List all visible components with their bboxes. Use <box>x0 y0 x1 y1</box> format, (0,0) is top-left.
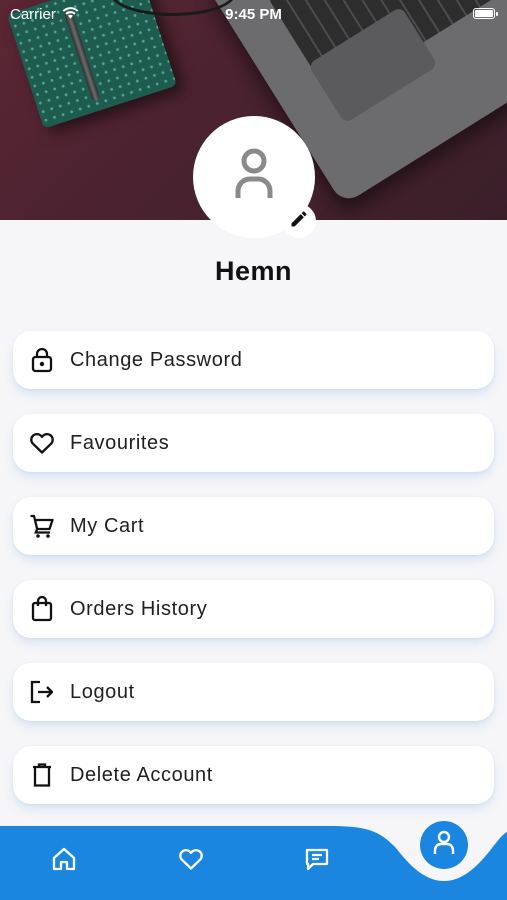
nav-chat-button[interactable] <box>302 846 332 876</box>
cart-icon <box>29 513 55 539</box>
menu-item-label: Favourites <box>70 431 170 454</box>
lock-icon <box>29 347 55 373</box>
my-cart-button[interactable]: My Cart <box>13 497 494 555</box>
chat-icon <box>304 846 330 877</box>
menu-item-label: My Cart <box>70 514 145 537</box>
status-bar: Carrier 9:45 PM <box>0 0 507 28</box>
battery-icon <box>473 8 498 19</box>
bag-icon <box>29 596 55 622</box>
change-password-button[interactable]: Change Password <box>13 331 494 389</box>
nav-profile-button[interactable] <box>420 821 468 869</box>
username: Hemn <box>214 256 292 286</box>
heart-icon <box>29 430 55 456</box>
heart-icon <box>178 847 204 876</box>
menu-item-label: Orders History <box>70 597 208 620</box>
pencil-icon <box>289 209 309 234</box>
logout-button[interactable]: Logout <box>13 663 494 721</box>
profile-icon <box>433 830 455 861</box>
delete-account-button[interactable]: Delete Account <box>13 746 494 804</box>
menu-item-label: Delete Account <box>70 763 213 786</box>
orders-history-button[interactable]: Orders History <box>13 580 494 638</box>
logout-icon <box>29 679 55 705</box>
edit-avatar-button[interactable] <box>282 204 316 238</box>
menu-item-label: Logout <box>70 680 135 703</box>
home-icon <box>51 846 77 877</box>
clock: 9:45 PM <box>225 6 282 23</box>
nav-home-button[interactable] <box>49 846 79 876</box>
favourites-button[interactable]: Favourites <box>13 414 494 472</box>
nav-favourites-button[interactable] <box>176 846 206 876</box>
person-icon <box>234 148 274 207</box>
trash-icon <box>29 762 55 788</box>
menu-item-label: Change Password <box>70 348 243 371</box>
